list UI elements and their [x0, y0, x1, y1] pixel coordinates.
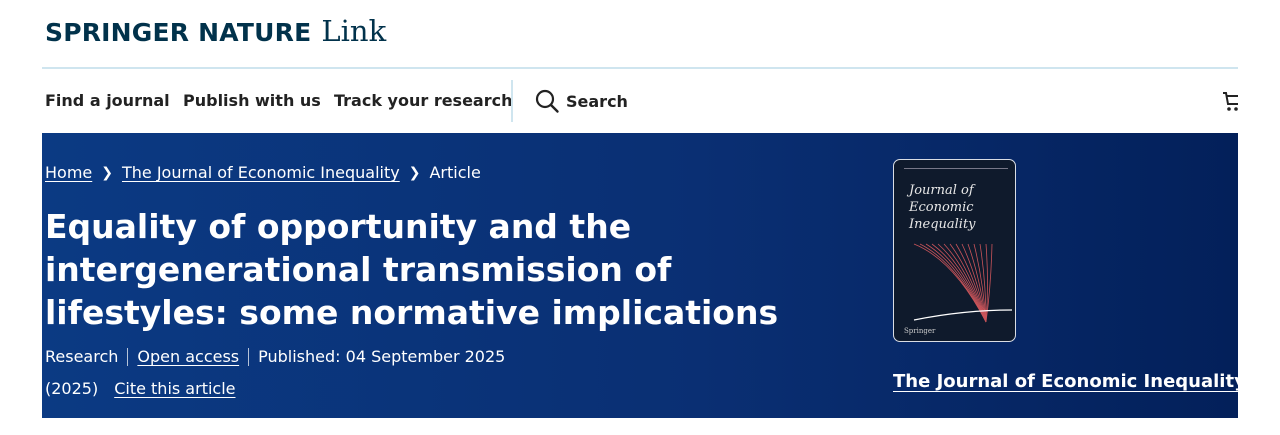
meta-divider — [248, 347, 250, 366]
nav-track-your-research[interactable]: Track your research — [334, 91, 513, 110]
breadcrumb: Home ❯ The Journal of Economic Inequalit… — [45, 163, 481, 182]
nav-find-a-journal[interactable]: Find a journal — [45, 91, 170, 110]
cover-artwork — [913, 243, 1013, 323]
search-button[interactable]: Search — [534, 88, 628, 114]
nav-publish-with-us[interactable]: Publish with us — [183, 91, 321, 110]
cite-this-article-link[interactable]: Cite this article — [114, 379, 235, 398]
breadcrumb-current: Article — [429, 163, 481, 182]
meta-divider — [127, 347, 129, 366]
search-label: Search — [566, 91, 628, 111]
cart-icon[interactable] — [1222, 89, 1238, 113]
springer-nature-link-logo[interactable]: SPRINGER NATURE Link — [45, 14, 386, 50]
article-hero: Home ❯ The Journal of Economic Inequalit… — [42, 133, 1246, 418]
journal-cover[interactable]: Journal of Economic Inequality Springer — [893, 159, 1016, 342]
article-title: Equality of opportunity and the intergen… — [45, 207, 779, 332]
article-meta: Research Open access Published: 04 Septe… — [45, 347, 505, 366]
journal-name-link[interactable]: The Journal of Economic Inequality — [893, 371, 1246, 392]
article-type: Research — [45, 347, 119, 366]
header-divider — [42, 67, 1238, 69]
logo-brand: SPRINGER NATURE — [45, 18, 312, 47]
cover-publisher: Springer — [904, 327, 936, 335]
open-access-link[interactable]: Open access — [137, 347, 239, 366]
logo-sub: Link — [321, 14, 387, 48]
published-date: Published: 04 September 2025 — [258, 347, 506, 366]
search-icon — [535, 89, 559, 113]
chevron-right-icon: ❯ — [101, 164, 113, 181]
main-nav: Find a journal Publish with us Track you… — [42, 80, 1238, 122]
breadcrumb-journal[interactable]: The Journal of Economic Inequality — [122, 163, 400, 182]
article-year: (2025) — [45, 379, 99, 398]
article-meta-secondary: (2025) Cite this article — [45, 379, 236, 398]
breadcrumb-home[interactable]: Home — [45, 163, 92, 182]
nav-separator — [511, 80, 513, 122]
chevron-right-icon: ❯ — [408, 164, 421, 181]
